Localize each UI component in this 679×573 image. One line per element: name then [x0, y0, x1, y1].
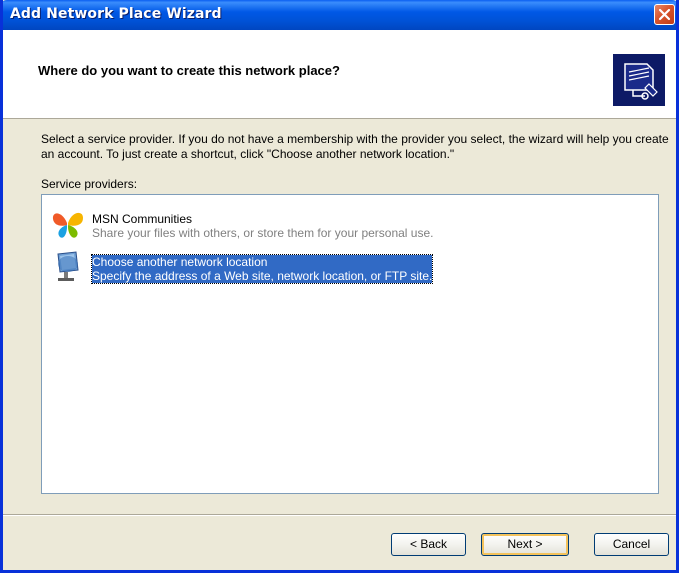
list-item-choose-another-location[interactable]: Choose another network location Specify … — [48, 246, 608, 284]
network-folder-icon — [613, 54, 665, 106]
item-title: MSN Communities — [92, 212, 193, 226]
wizard-window: Add Network Place Wizard Where do you wa… — [0, 0, 679, 573]
item-description: Share your files with others, or store t… — [92, 226, 434, 240]
window-title: Add Network Place Wizard — [10, 6, 222, 22]
footer-divider — [3, 514, 676, 516]
service-providers-list[interactable]: MSN Communities Share your files with ot… — [41, 194, 659, 494]
next-button[interactable]: Next > — [481, 533, 569, 556]
cancel-button[interactable]: Cancel — [594, 533, 669, 556]
instructions-text: Select a service provider. If you do not… — [41, 132, 669, 161]
wizard-header: Where do you want to create this network… — [3, 30, 676, 119]
close-icon — [658, 8, 671, 21]
service-providers-label: Service providers: — [41, 177, 138, 191]
msn-butterfly-icon — [52, 212, 83, 238]
item-description: Specify the address of a Web site, netwo… — [92, 269, 433, 283]
page-title: Where do you want to create this network… — [38, 63, 340, 78]
back-button[interactable]: < Back — [391, 533, 466, 556]
selection-highlight: Choose another network location Specify … — [90, 254, 434, 284]
network-location-icon — [57, 251, 79, 281]
close-button[interactable] — [654, 4, 675, 25]
item-text: Choose another network location Specify … — [90, 254, 434, 284]
item-text: MSN Communities Share your files with ot… — [92, 212, 434, 240]
wizard-header-icon — [613, 54, 665, 106]
item-title: Choose another network location — [92, 255, 433, 269]
title-bar[interactable]: Add Network Place Wizard — [3, 0, 676, 30]
list-item-msn-communities[interactable]: MSN Communities Share your files with ot… — [48, 203, 608, 241]
